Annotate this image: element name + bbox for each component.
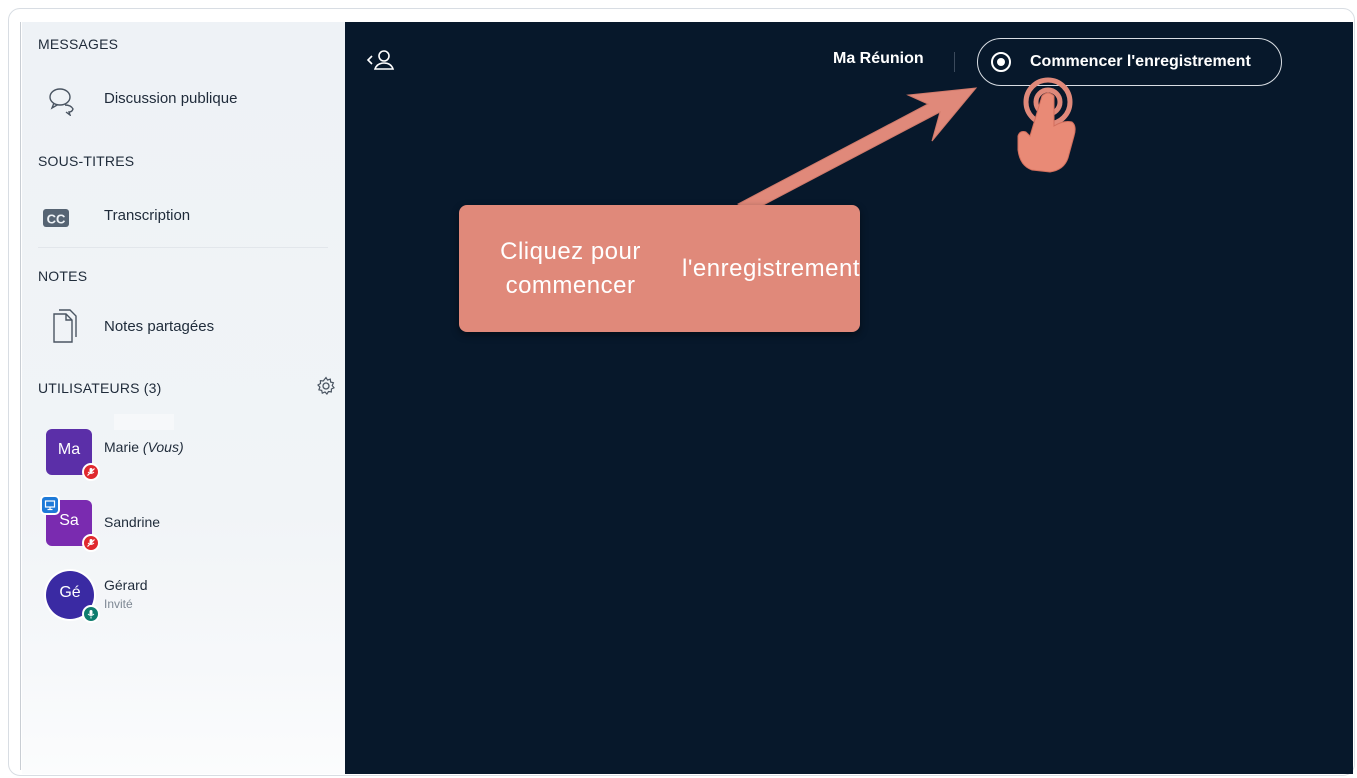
- sidebar-item-shared-notes[interactable]: Notes partagées: [22, 306, 345, 350]
- sidebar-item-label: Notes partagées: [104, 318, 215, 335]
- start-recording-label: Commencer l'enregistrement: [1030, 53, 1251, 70]
- user-role: Invité: [104, 597, 133, 611]
- sidebar-item-public-chat[interactable]: Discussion publique: [22, 78, 345, 122]
- meeting-title: Ma Réunion: [833, 50, 924, 67]
- sidebar: MESSAGES Discussion publique SOUS-TITRES…: [22, 22, 345, 774]
- divider: [38, 247, 328, 248]
- you-tag: (Vous): [142, 439, 184, 455]
- user-name: Marie (Vous): [104, 439, 184, 455]
- section-title-notes: NOTES: [38, 268, 88, 284]
- user-name: Sandrine: [104, 514, 161, 530]
- window-left-border: [20, 22, 21, 770]
- presenter-icon: [40, 495, 60, 515]
- user-list-item-marie[interactable]: Ma Marie (Vous): [22, 429, 345, 489]
- section-title-messages: MESSAGES: [38, 36, 119, 52]
- sidebar-item-label: Discussion publique: [104, 90, 238, 107]
- svg-text:CC: CC: [47, 212, 66, 227]
- sidebar-item-label: Transcription: [104, 207, 191, 224]
- mic-icon: [82, 605, 100, 623]
- gear-icon[interactable]: [316, 376, 336, 396]
- muted-mic-icon: [82, 534, 100, 552]
- section-title-users: UTILISATEURS (3): [38, 380, 162, 396]
- toggle-users-list-icon[interactable]: [365, 48, 399, 74]
- main-area: Ma Réunion Commencer l'enregistrement: [345, 22, 1353, 774]
- user-list-item-sandrine[interactable]: Sa Sandrine: [22, 495, 345, 560]
- start-recording-button[interactable]: Commencer l'enregistrement: [977, 38, 1282, 86]
- closed-captions-icon: CC: [43, 209, 69, 227]
- header-separator: [954, 52, 955, 72]
- document-icon: [53, 309, 77, 343]
- section-title-captions: SOUS-TITRES: [38, 153, 135, 169]
- chat-bubbles-icon: [49, 88, 74, 116]
- tutorial-callout: Cliquez pour commencer l'enregistrement: [459, 205, 860, 332]
- muted-mic-icon: [82, 463, 100, 481]
- placeholder-box: [114, 414, 174, 430]
- user-list-item-gerard[interactable]: Gé Gérard Invité: [22, 571, 345, 631]
- user-name: Gérard: [104, 577, 148, 593]
- sidebar-item-transcription[interactable]: CC Transcription: [22, 195, 345, 239]
- record-icon: [991, 52, 1011, 72]
